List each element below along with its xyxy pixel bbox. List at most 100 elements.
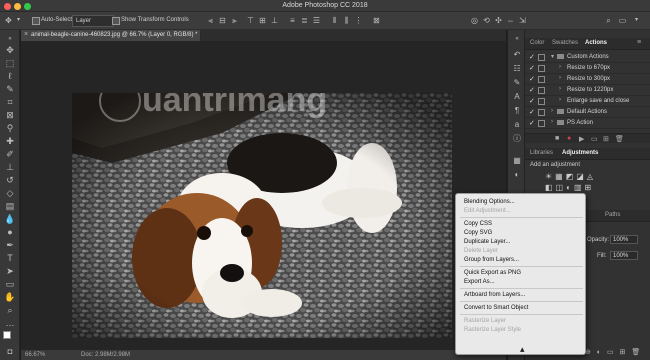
lasso-tool-icon[interactable]: ℓ <box>3 71 17 82</box>
dialog-toggle-box[interactable] <box>538 98 545 105</box>
align-bottom-icon[interactable]: ⊥ <box>270 16 279 25</box>
zoom-level[interactable]: 66.67% <box>25 352 45 358</box>
info-icon[interactable]: ⓘ <box>512 134 522 144</box>
check-icon[interactable]: ✓ <box>529 64 535 72</box>
adjustment-icons-row-1[interactable]: ☀▦◩◪◬ <box>545 172 596 181</box>
rectangle-tool-icon[interactable]: ▭ <box>3 279 17 290</box>
opacity-field[interactable]: 100% <box>610 235 638 244</box>
clone-stamp-tool-icon[interactable]: ⊥ <box>3 162 17 173</box>
chevron-right-icon[interactable]: › <box>559 75 561 81</box>
new-action-icon[interactable]: ⊞ <box>603 135 609 143</box>
adjustment-icons-row-2[interactable]: ◧◫◐▥⊞ <box>545 183 594 192</box>
quick-select-tool-icon[interactable]: ✎ <box>3 84 17 95</box>
tab-color[interactable]: Color <box>530 40 544 46</box>
chevron-right-icon[interactable]: › <box>551 108 553 114</box>
align-right-icon[interactable]: ⫸ <box>230 16 239 25</box>
collapse-panels-icon[interactable]: « <box>512 34 522 44</box>
stop-icon[interactable]: ■ <box>555 135 559 142</box>
brushes-icon[interactable]: ✎ <box>512 78 522 88</box>
dialog-toggle-box[interactable] <box>538 65 545 72</box>
move-tool-icon[interactable]: ✥ <box>3 45 17 56</box>
auto-select-checkbox[interactable] <box>32 17 40 25</box>
3d-scale-icon[interactable]: ⇲ <box>518 16 527 25</box>
3d-slide-icon[interactable]: ⇔ <box>506 16 515 25</box>
align-top-icon[interactable]: ⊤ <box>246 16 255 25</box>
dialog-toggle-box[interactable] <box>538 109 545 116</box>
check-icon[interactable]: ✓ <box>529 97 535 105</box>
styles-icon[interactable]: ◐ <box>512 170 522 180</box>
character-icon[interactable]: A <box>512 92 522 102</box>
gradient-tool-icon[interactable]: ▤ <box>3 201 17 212</box>
pen-tool-icon[interactable]: ✒ <box>3 240 17 251</box>
auto-select-dropdown[interactable]: Layer <box>72 15 114 27</box>
chevron-down-icon[interactable]: ▾ <box>551 53 554 60</box>
brush-tool-icon[interactable]: ✐ <box>3 149 17 160</box>
more-tools-icon[interactable]: … <box>3 318 17 329</box>
close-icon[interactable]: × <box>24 31 28 38</box>
menu-item-copy-css[interactable]: Copy CSS <box>464 221 492 227</box>
blur-tool-icon[interactable]: 💧 <box>3 214 17 225</box>
action-row[interactable]: ✓ › Resize to 670px <box>525 63 650 74</box>
check-icon[interactable]: ✓ <box>529 75 535 83</box>
history-icon[interactable]: ↶ <box>512 50 522 60</box>
menu-item-duplicate-layer[interactable]: Duplicate Layer... <box>464 239 510 245</box>
3d-roll-icon[interactable]: ⟲ <box>482 16 491 25</box>
paragraph-icon[interactable]: ¶ <box>512 106 522 116</box>
transform-controls-checkbox[interactable] <box>112 17 120 25</box>
action-row[interactable]: ✓ › Resize to 300px <box>525 74 650 85</box>
menu-item-quick-export-png[interactable]: Quick Export as PNG <box>464 270 521 276</box>
distribute-center-icon[interactable]: ⫼ <box>342 16 351 25</box>
quick-mask-icon[interactable]: ◘ <box>3 346 17 357</box>
align-middle-icon[interactable]: ⊞ <box>258 16 267 25</box>
distribute-top-icon[interactable]: ≡ <box>288 16 297 25</box>
tab-libraries[interactable]: Libraries <box>530 150 553 156</box>
fill-field[interactable]: 100% <box>610 251 638 260</box>
chevron-down-icon[interactable]: ▾ <box>632 16 641 25</box>
menu-item-artboard-from-layers[interactable]: Artboard from Layers... <box>464 292 525 298</box>
tab-paths[interactable]: Paths <box>605 212 620 218</box>
tab-actions[interactable]: Actions <box>585 40 607 46</box>
align-left-icon[interactable]: ⫷ <box>206 16 215 25</box>
action-row[interactable]: ✓ › Default Actions <box>525 107 650 118</box>
distribute-right-icon[interactable]: ⋮ <box>354 16 363 25</box>
healing-brush-tool-icon[interactable]: ✚ <box>3 136 17 147</box>
chevron-down-icon[interactable]: ▾ <box>14 16 23 25</box>
menu-item-export-as[interactable]: Export As... <box>464 279 495 285</box>
record-icon[interactable]: ● <box>567 135 571 142</box>
properties-icon[interactable]: ☷ <box>512 64 522 74</box>
workspace-icon[interactable]: ▭ <box>618 16 627 25</box>
action-row[interactable]: ✓ › Resize to 1220px <box>525 85 650 96</box>
move-tool-preset-icon[interactable]: ✥ <box>4 16 13 25</box>
align-center-icon[interactable]: ⊟ <box>218 16 227 25</box>
check-icon[interactable]: ✓ <box>529 108 535 116</box>
glyphs-icon[interactable]: a <box>512 120 522 130</box>
new-set-icon[interactable]: ▭ <box>591 135 598 143</box>
document-image[interactable]: uantrimang <box>72 93 452 338</box>
chevron-right-icon[interactable]: › <box>559 64 561 70</box>
action-row[interactable]: ✓ › PS Action <box>525 118 650 129</box>
check-icon[interactable]: ✓ <box>529 53 535 61</box>
frame-tool-icon[interactable]: ⊠ <box>3 110 17 121</box>
dialog-toggle-box[interactable] <box>538 76 545 83</box>
foreground-color-swatch[interactable] <box>3 331 11 339</box>
hand-tool-icon[interactable]: ✋ <box>3 292 17 303</box>
chevron-right-icon[interactable]: › <box>559 97 561 103</box>
panel-menu-icon[interactable]: ≡ <box>637 39 641 46</box>
menu-item-blending-options[interactable]: Blending Options... <box>464 199 515 205</box>
menu-item-group-from-layers[interactable]: Group from Layers... <box>464 257 519 263</box>
collapse-tools-icon[interactable]: » <box>3 34 17 45</box>
crop-tool-icon[interactable]: ⌗ <box>3 97 17 108</box>
3d-orbit-icon[interactable]: ◎ <box>470 16 479 25</box>
trash-icon[interactable]: 🗑 <box>615 135 624 143</box>
dialog-toggle-box[interactable] <box>538 54 545 61</box>
eyedropper-tool-icon[interactable]: ⚲ <box>3 123 17 134</box>
distribute-bottom-icon[interactable]: ☰ <box>312 16 321 25</box>
play-icon[interactable]: ▶ <box>579 135 584 143</box>
distribute-left-icon[interactable]: ⦀ <box>330 16 339 25</box>
menu-item-copy-svg[interactable]: Copy SVG <box>464 230 492 236</box>
3d-pan-icon[interactable]: ✣ <box>494 16 503 25</box>
dialog-toggle-box[interactable] <box>538 87 545 94</box>
type-tool-icon[interactable]: T <box>3 253 17 264</box>
menu-item-convert-smart-object[interactable]: Convert to Smart Object <box>464 305 528 311</box>
chevron-right-icon[interactable]: › <box>551 119 553 125</box>
